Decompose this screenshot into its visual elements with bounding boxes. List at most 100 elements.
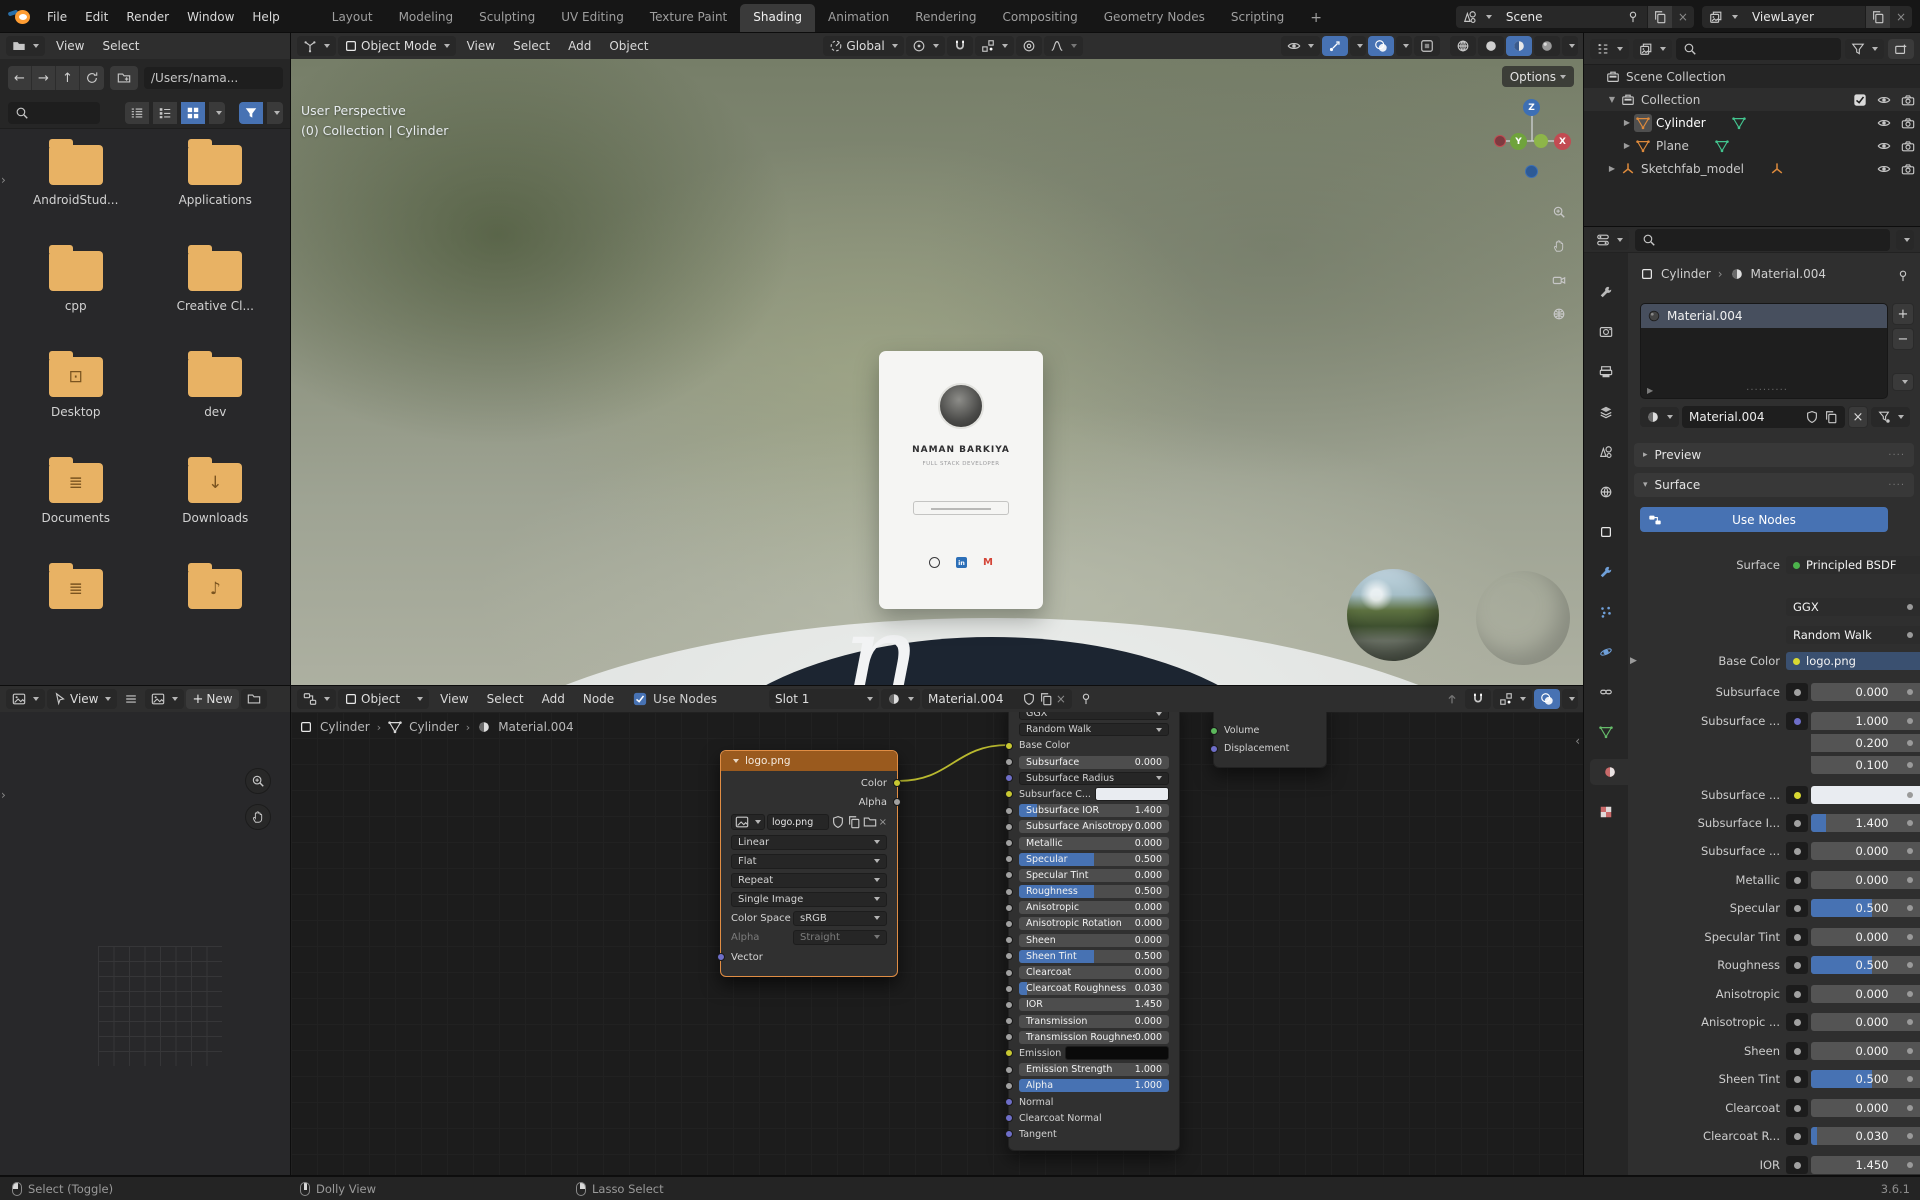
normal-input-socket[interactable] (1005, 1098, 1013, 1106)
subsurface-input-socket[interactable] (1005, 758, 1013, 767)
folder-item[interactable]: ≣ (6, 563, 146, 631)
display-mode-dropdown[interactable] (1633, 38, 1672, 59)
node-funnel-dropdown[interactable] (1871, 407, 1910, 427)
properties-tab-constraints[interactable] (1589, 679, 1623, 705)
proportional-falloff-dropdown[interactable] (1043, 36, 1083, 56)
menu-edit[interactable]: Edit (76, 8, 117, 26)
tab-geometry-nodes[interactable]: Geometry Nodes (1091, 4, 1218, 33)
path-field[interactable]: /Users/nama... (144, 67, 283, 89)
folder-item[interactable]: ↓ Downloads (146, 457, 286, 525)
overlays-toggle[interactable] (1534, 689, 1560, 709)
clearcoat-roughness-input-socket[interactable] (1005, 984, 1013, 993)
folder-item[interactable]: Applications (146, 139, 286, 207)
shield-icon[interactable] (1805, 410, 1819, 424)
menu-render[interactable]: Render (117, 8, 178, 26)
bsdf-transmission-roughness-slider[interactable]: Transmission Roughness 0.000 (1019, 1030, 1169, 1044)
prop-clearcoat-r-slider[interactable]: 0.030 (1811, 1127, 1920, 1145)
menu-view[interactable]: View (431, 690, 477, 708)
search-input[interactable] (1635, 228, 1890, 251)
socket-decorator[interactable] (1786, 985, 1808, 1003)
view-menu[interactable]: View (70, 692, 98, 706)
forward-button[interactable]: → (32, 66, 56, 90)
shading-solid-button[interactable] (1478, 36, 1504, 56)
prop-random-walk-dropdown[interactable]: Random Walk (1786, 626, 1920, 644)
tab-rendering[interactable]: Rendering (902, 4, 989, 33)
properties-tab-world[interactable] (1589, 479, 1623, 505)
bsdf-ggx-dropdown[interactable]: GGX (1019, 712, 1169, 720)
mode-dropdown[interactable]: Object Mode (338, 36, 456, 56)
thumbnail-view-button[interactable] (181, 101, 205, 124)
show-overlays-toggle[interactable] (1368, 36, 1394, 56)
breadcrumb-material[interactable]: Material.004 (1751, 267, 1826, 281)
bsdf-sheen-slider[interactable]: Sheen 0.000 (1019, 933, 1169, 947)
prop-subsurface-color[interactable] (1811, 786, 1920, 804)
transform-orientation-dropdown[interactable]: Global (823, 36, 904, 56)
roughness-input-socket[interactable] (1005, 887, 1013, 896)
properties-tab-output[interactable] (1589, 359, 1623, 385)
hdri-sphere-object[interactable] (1347, 569, 1439, 661)
navigation-gizmo[interactable]: Z Y X (1490, 99, 1574, 183)
material-datablock-dropdown[interactable] (880, 689, 920, 709)
menu-view[interactable]: View (458, 37, 504, 55)
image-datablock-dropdown[interactable] (145, 689, 185, 709)
anisotropic-rotation-input-socket[interactable] (1005, 919, 1013, 928)
displacement-input-socket[interactable] (1210, 744, 1218, 753)
shading-material-button[interactable] (1506, 36, 1532, 56)
prop-principled-bsdf-menu[interactable]: Principled BSDF (1786, 556, 1920, 574)
outliner-item-name[interactable]: Collection (1641, 93, 1700, 107)
axis-neg-z[interactable] (1525, 165, 1538, 178)
snap-node-toggle[interactable] (1465, 689, 1491, 709)
axis-y[interactable]: Y (1510, 133, 1527, 150)
remove-slot-button[interactable]: − (1892, 328, 1914, 350)
outliner-row[interactable]: ▶ Cylinder (1584, 111, 1920, 134)
shading-dropdown[interactable] (1562, 36, 1578, 56)
pan-button[interactable] (245, 804, 271, 830)
tab-sculpting[interactable]: Sculpting (466, 4, 548, 33)
breadcrumb-item[interactable]: Material.004 (498, 720, 573, 734)
properties-tab-tool[interactable] (1589, 279, 1623, 305)
keyframe-dot[interactable] (1907, 604, 1913, 610)
up-button[interactable]: ↑ (56, 66, 80, 90)
blender-logo-icon[interactable] (7, 9, 30, 25)
socket-decorator[interactable] (1786, 928, 1808, 946)
transmission-input-socket[interactable] (1005, 1017, 1013, 1026)
clearcoat-input-socket[interactable] (1005, 968, 1013, 977)
keyframe-dot[interactable] (1907, 762, 1913, 768)
open-folder-icon[interactable] (863, 815, 877, 829)
axis-x[interactable]: X (1554, 133, 1571, 150)
prop-subsurface-slider[interactable]: 0.000 (1811, 683, 1920, 701)
use-nodes-button[interactable]: Use Nodes (1640, 507, 1888, 532)
tangent-input-socket[interactable] (1005, 1130, 1013, 1139)
subsurface-anisotropy-input-socket[interactable] (1005, 822, 1013, 831)
prop-sheen-tint-slider[interactable]: 0.500 (1811, 1070, 1920, 1088)
material-name-field[interactable]: Material.004 × (921, 689, 1072, 709)
close-icon[interactable]: × (1890, 10, 1912, 24)
ior-input-socket[interactable] (1005, 1000, 1013, 1009)
parent-node-tree-icon[interactable] (1441, 692, 1463, 706)
shader-type-dropdown[interactable]: Object (338, 689, 430, 709)
socket-decorator[interactable] (1786, 1099, 1808, 1117)
properties-tab-data[interactable] (1589, 719, 1623, 745)
overlays-dropdown[interactable] (1562, 689, 1578, 709)
keyframe-dot[interactable] (1907, 1105, 1913, 1111)
properties-tab-render[interactable] (1589, 319, 1623, 345)
unlink-button[interactable]: × (1848, 406, 1868, 428)
menu-object[interactable]: Object (600, 37, 657, 55)
folder-item[interactable]: cpp (6, 245, 146, 313)
tab-uv-editing[interactable]: UV Editing (548, 4, 637, 33)
pin-icon[interactable] (1074, 692, 1098, 706)
sheen-tint-input-socket[interactable] (1005, 952, 1013, 961)
options-button[interactable]: Options (1501, 66, 1574, 87)
copy-icon[interactable] (1824, 410, 1838, 424)
tab-shading[interactable]: Shading (740, 4, 815, 33)
drag-handle[interactable]: ·········· (1653, 385, 1881, 396)
copy-icon[interactable] (1871, 10, 1885, 24)
shading-rendered-button[interactable] (1534, 36, 1560, 56)
linear-dropdown[interactable]: Linear (731, 834, 887, 850)
subsurface-c-input-socket[interactable] (1005, 790, 1013, 799)
repeat-dropdown[interactable]: Repeat (731, 872, 887, 888)
eye-icon[interactable] (1872, 139, 1896, 153)
socket-decorator[interactable] (1786, 814, 1808, 832)
prop-metallic-slider[interactable]: 0.000 (1811, 871, 1920, 889)
color-space-dropdown[interactable]: sRGB (793, 910, 887, 926)
